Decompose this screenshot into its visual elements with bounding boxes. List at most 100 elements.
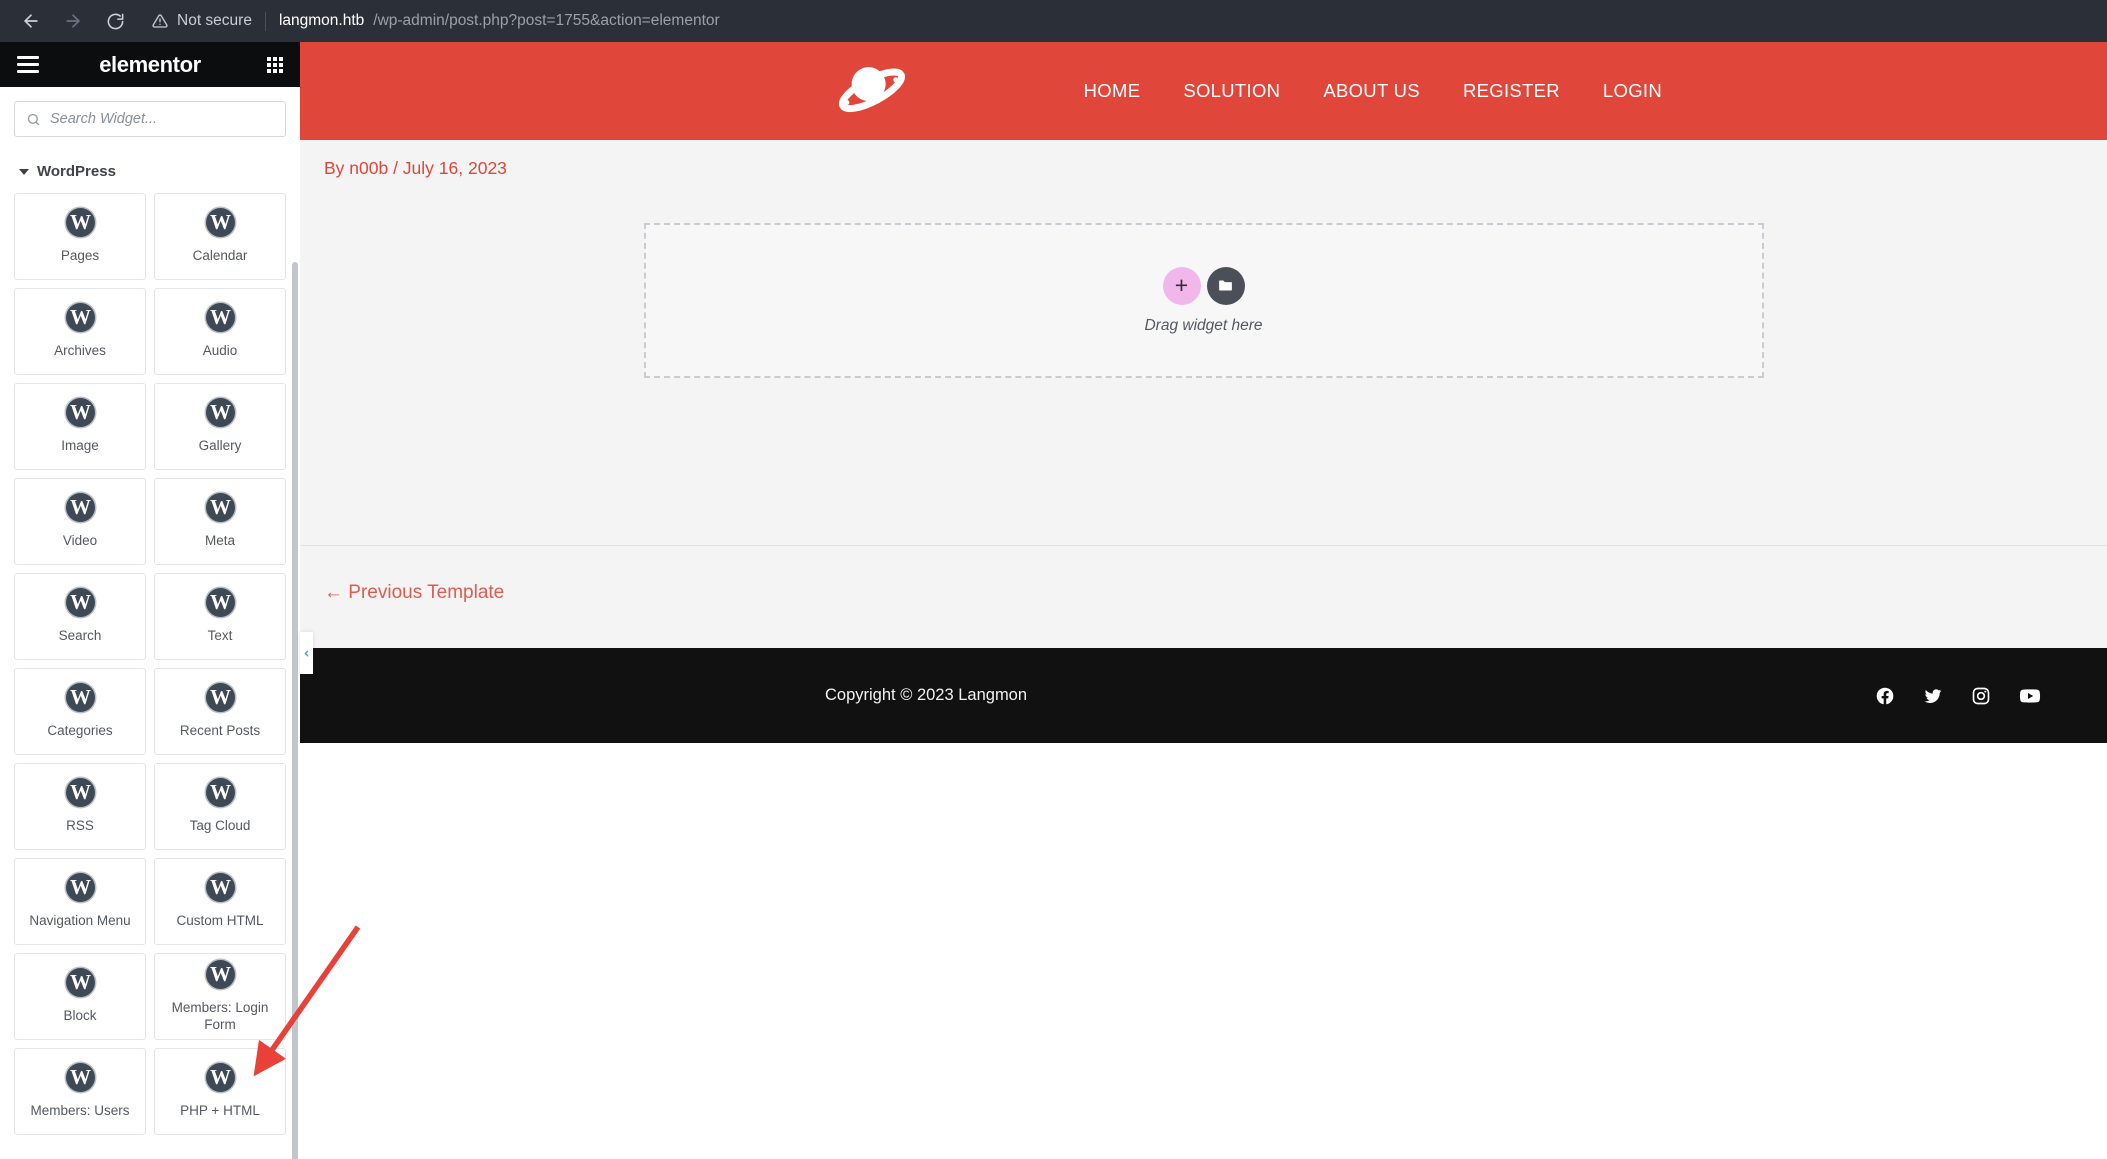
nav-item-login[interactable]: LOGIN: [1603, 80, 1662, 102]
widget-card[interactable]: W Audio: [154, 288, 286, 375]
panel-scrollbar[interactable]: [292, 262, 298, 1159]
planet-saturn-icon[interactable]: [835, 60, 907, 123]
widget-card-label: Image: [61, 438, 99, 454]
wordpress-icon: W: [65, 493, 95, 523]
wordpress-icon: W: [205, 588, 235, 618]
facebook-icon[interactable]: [1875, 686, 1895, 706]
widget-card[interactable]: W Pages: [14, 193, 146, 280]
wordpress-icon: W: [205, 303, 235, 333]
address-bar[interactable]: Not secure langmon.htb/wp-admin/post.php…: [152, 6, 2095, 36]
reload-icon: [107, 13, 123, 29]
youtube-icon[interactable]: [2019, 685, 2041, 707]
url-path: /wp-admin/post.php?post=1755&action=elem…: [373, 12, 720, 29]
wordpress-icon: W: [205, 398, 235, 428]
add-widget-button[interactable]: +: [1162, 266, 1201, 305]
planet-saturn-glyph: [838, 67, 906, 113]
dropzone-buttons: +: [1162, 266, 1245, 305]
search-widget-input[interactable]: [50, 111, 274, 127]
add-template-button[interactable]: [1206, 266, 1245, 305]
widget-dropzone[interactable]: + Drag widget here: [643, 223, 1764, 378]
wordpress-icon: W: [65, 588, 95, 618]
wordpress-icon: W: [65, 1063, 95, 1093]
wordpress-icon: W: [205, 493, 235, 523]
widget-card[interactable]: W Meta: [154, 478, 286, 565]
wordpress-icon: W: [205, 778, 235, 808]
wordpress-icon: W: [65, 778, 95, 808]
editor-layout: elementor WordPress W Pages W Calendar W Arch…: [0, 42, 2107, 1159]
widget-card[interactable]: W Recent Posts: [154, 668, 286, 755]
wordpress-icon: W: [205, 1063, 235, 1093]
wordpress-icon: W: [65, 303, 95, 333]
widget-card-label: Text: [207, 628, 233, 644]
twitter-icon[interactable]: [1923, 686, 1943, 706]
widget-card-label: Gallery: [198, 438, 242, 454]
post-byline: By n00b / July 16, 2023: [324, 158, 507, 178]
wordpress-icon: W: [205, 873, 235, 903]
widget-card[interactable]: W Gallery: [154, 383, 286, 470]
widget-card-label: Navigation Menu: [29, 913, 131, 929]
search-widget-box[interactable]: [14, 101, 286, 137]
nav-item-register[interactable]: REGISTER: [1463, 80, 1560, 102]
folder-icon: [1219, 280, 1232, 291]
widget-grid: W Pages W Calendar W Archives W Audio W Image W Gal…: [14, 193, 286, 1135]
wordpress-icon: W: [205, 960, 235, 990]
widget-card[interactable]: W Video: [14, 478, 146, 565]
widget-card[interactable]: W Members: Login Form: [154, 953, 286, 1040]
reload-button[interactable]: [96, 2, 134, 40]
widget-card[interactable]: W Block: [14, 953, 146, 1040]
nav-item-about-us[interactable]: ABOUT US: [1323, 80, 1420, 102]
widget-section-title: WordPress: [37, 163, 116, 180]
widget-card-label: PHP + HTML: [180, 1103, 260, 1119]
nav-item-solution[interactable]: SOLUTION: [1183, 80, 1280, 102]
widget-section-header-wordpress[interactable]: WordPress: [14, 137, 286, 193]
widget-card[interactable]: W Custom HTML: [154, 858, 286, 945]
browser-toolbar: Not secure langmon.htb/wp-admin/post.php…: [0, 0, 2107, 42]
url-host: langmon.htb: [278, 12, 365, 29]
omnibox-divider: [264, 11, 266, 31]
forward-button[interactable]: [54, 2, 92, 40]
widget-card[interactable]: W Image: [14, 383, 146, 470]
preview-canvas: HOME SOLUTION ABOUT US REGISTER LOGIN By n00…: [300, 42, 2107, 1159]
widget-card[interactable]: W Navigation Menu: [14, 858, 146, 945]
widget-card-label: Archives: [54, 343, 106, 359]
previous-template-link[interactable]: ← Previous Template: [324, 582, 504, 603]
back-button[interactable]: [12, 2, 50, 40]
chevron-left-icon: [304, 650, 309, 656]
widget-card[interactable]: W Search: [14, 573, 146, 660]
panel-header: elementor: [0, 42, 300, 87]
canvas-below-fold: [300, 743, 2107, 1159]
panel-collapse-handle[interactable]: [300, 632, 313, 674]
widget-card-label: Members: Login Form: [171, 1000, 269, 1032]
site-footer: Copyright © 2023 Langmon: [300, 648, 2107, 743]
previous-template-strip: ← Previous Template: [300, 545, 2107, 648]
elementor-panel: elementor WordPress W Pages W Calendar W Arch…: [0, 42, 300, 1159]
post-byline-strip: By n00b / July 16, 2023: [300, 140, 2107, 195]
widget-card[interactable]: W RSS: [14, 763, 146, 850]
grid-apps-icon[interactable]: [266, 56, 283, 73]
widget-card-label: Calendar: [192, 248, 248, 264]
site-header: HOME SOLUTION ABOUT US REGISTER LOGIN: [300, 42, 2107, 140]
social-links: [1875, 685, 2041, 707]
widget-card-label: Meta: [204, 533, 235, 549]
nav-item-home[interactable]: HOME: [1084, 80, 1141, 102]
widget-list-scroll-area[interactable]: WordPress W Pages W Calendar W Archives W Audio…: [0, 137, 300, 1159]
post-content-area: + Drag widget here: [300, 195, 2107, 545]
instagram-icon[interactable]: [1971, 686, 1991, 706]
search-icon: [27, 113, 40, 125]
widget-card[interactable]: W Members: Users: [14, 1048, 146, 1135]
elementor-logo: elementor: [99, 51, 201, 77]
hamburger-menu-icon[interactable]: [17, 56, 39, 73]
warning-triangle-icon: [152, 13, 168, 29]
widget-card-label: Search: [58, 628, 102, 644]
widget-card-label: Pages: [60, 248, 100, 264]
arrow-right-icon: [66, 14, 80, 28]
widget-card[interactable]: W PHP + HTML: [154, 1048, 286, 1135]
widget-card[interactable]: W Text: [154, 573, 286, 660]
widget-card-label: Categories: [47, 723, 113, 739]
widget-card-label: Tag Cloud: [189, 818, 251, 834]
widget-card[interactable]: W Calendar: [154, 193, 286, 280]
widget-card[interactable]: W Archives: [14, 288, 146, 375]
widget-card[interactable]: W Tag Cloud: [154, 763, 286, 850]
widget-card[interactable]: W Categories: [14, 668, 146, 755]
wordpress-icon: W: [65, 683, 95, 713]
